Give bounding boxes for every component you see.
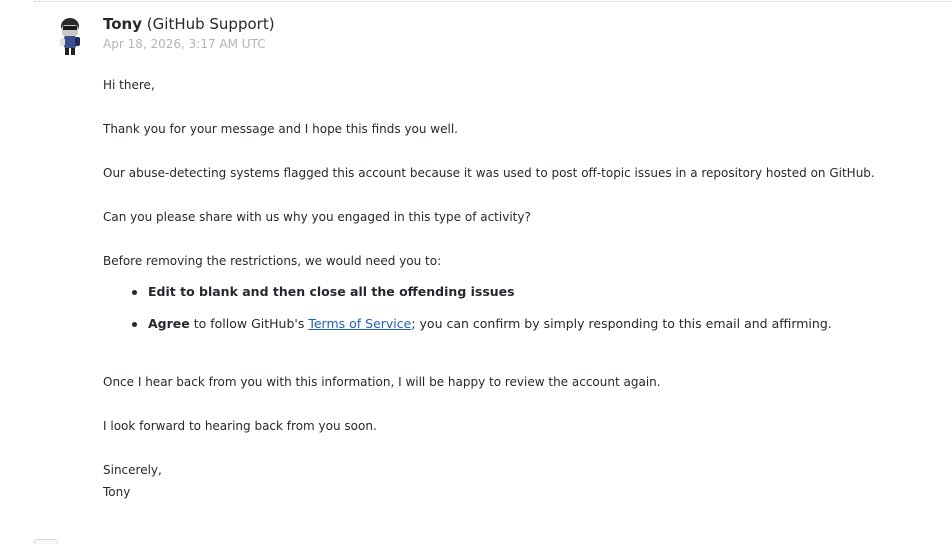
message-header: Tony (GitHub Support) Apr 18, 2026, 3:17… bbox=[103, 14, 275, 52]
author-org: (GitHub Support) bbox=[146, 15, 275, 33]
paragraph-lookforward: I look forward to hearing back from you … bbox=[103, 419, 377, 433]
paragraph-thanks: Thank you for your message and I hope th… bbox=[103, 122, 458, 136]
signoff: Sincerely, bbox=[103, 463, 162, 477]
greeting: Hi there, bbox=[103, 78, 155, 92]
list-item-text: Edit to blank and then close all the off… bbox=[148, 284, 515, 299]
signature: Tony bbox=[103, 485, 131, 499]
next-message-stub bbox=[34, 539, 58, 544]
message-body: Hi there, Thank you for your message and… bbox=[103, 76, 943, 501]
list-item: Agree to follow GitHub's Terms of Servic… bbox=[132, 315, 943, 333]
list-item-text: ; you can confirm by simply responding t… bbox=[411, 316, 832, 331]
list-item: Edit to blank and then close all the off… bbox=[132, 283, 943, 301]
top-divider bbox=[34, 1, 952, 2]
message-timestamp: Apr 18, 2026, 3:17 AM UTC bbox=[103, 37, 266, 51]
paragraph-flagged: Our abuse-detecting systems flagged this… bbox=[103, 166, 875, 180]
paragraph-review: Once I hear back from you with this info… bbox=[103, 375, 661, 389]
list-item-text: to follow GitHub's bbox=[189, 316, 309, 331]
paragraph-question: Can you please share with us why you eng… bbox=[103, 210, 531, 224]
author-name: Tony bbox=[103, 15, 143, 33]
paragraph-requirements: Before removing the restrictions, we wou… bbox=[103, 254, 442, 268]
terms-of-service-link[interactable]: Terms of Service bbox=[308, 316, 411, 331]
author-line: Tony (GitHub Support) bbox=[103, 14, 275, 34]
support-agent-avatar-icon bbox=[60, 18, 80, 55]
list-item-bold: Agree bbox=[148, 316, 190, 331]
requirements-list: Edit to blank and then close all the off… bbox=[103, 283, 943, 333]
support-message-page: Tony (GitHub Support) Apr 18, 2026, 3:17… bbox=[0, 0, 952, 544]
